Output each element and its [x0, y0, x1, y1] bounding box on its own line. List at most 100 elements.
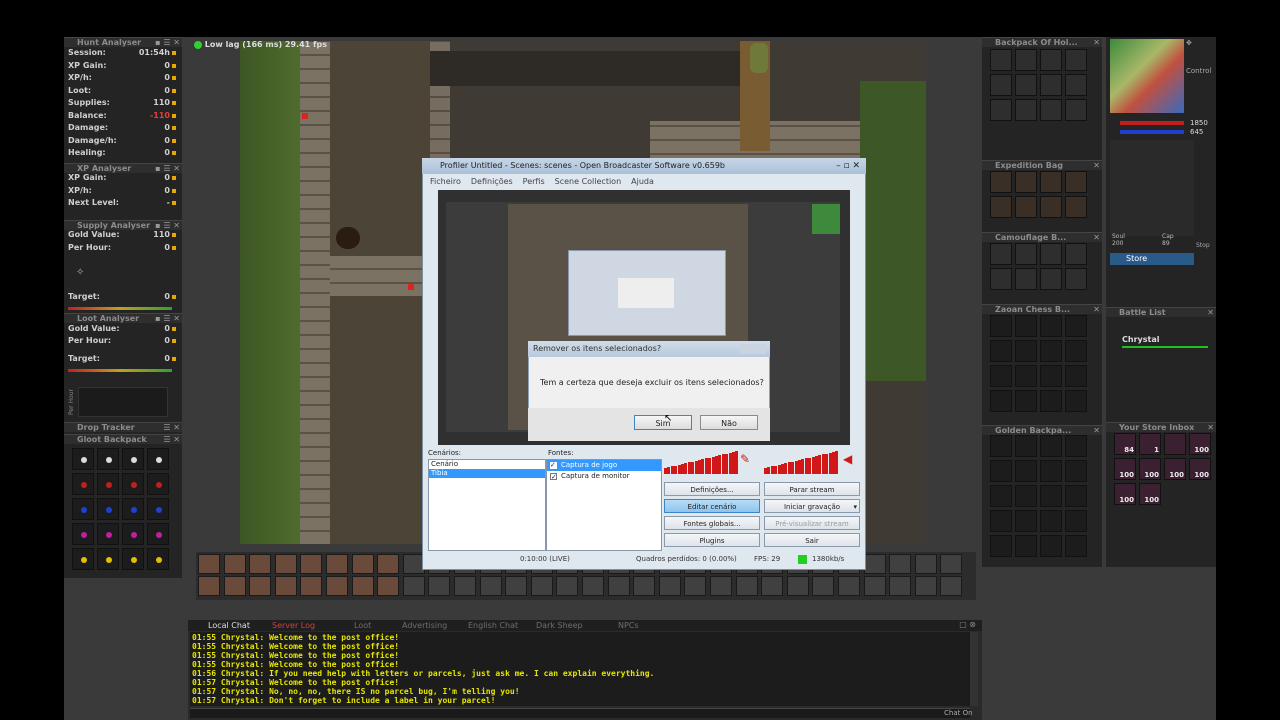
expedition-slot[interactable]: [990, 171, 1012, 193]
store-button[interactable]: Store: [1110, 253, 1194, 265]
store-inbox-title[interactable]: Your Store Inbox ✕: [1106, 422, 1216, 432]
backpack-slot[interactable]: [1040, 99, 1062, 121]
zaoan-chess-title[interactable]: Zaoan Chess B... ✕: [982, 304, 1102, 314]
compass-icon[interactable]: ✥: [1186, 39, 1214, 67]
hotbar-slot[interactable]: [735, 576, 758, 596]
hotbar-slot[interactable]: [326, 576, 348, 596]
expedition-slot[interactable]: [1040, 196, 1062, 218]
zaoan-slot[interactable]: [1040, 315, 1062, 337]
item-slot[interactable]: [147, 498, 169, 520]
inbox-slot[interactable]: 84: [1114, 433, 1136, 455]
zaoan-slot[interactable]: [1015, 390, 1037, 412]
window-controls-icon[interactable]: ✕: [1093, 233, 1100, 243]
window-controls-icon[interactable]: ✕: [1093, 38, 1100, 48]
chat-window-controls-icon[interactable]: ▢ ⊗: [959, 620, 976, 629]
global-sources-button[interactable]: Fontes globais...: [664, 516, 760, 530]
hotbar-slot[interactable]: [786, 576, 809, 596]
hotbar-slot[interactable]: [249, 576, 272, 596]
window-controls-icon[interactable]: ✕: [1093, 161, 1100, 171]
camouflage-slot[interactable]: [1065, 268, 1087, 290]
hotbar-slot[interactable]: [351, 576, 374, 596]
golden-backpack-slot[interactable]: [990, 460, 1012, 482]
close-icon[interactable]: [740, 344, 766, 354]
hotbar-slot[interactable]: [198, 554, 220, 574]
zaoan-slot[interactable]: [1065, 340, 1087, 362]
golden-backpack-slot[interactable]: [1065, 460, 1087, 482]
hotbar-slot[interactable]: [838, 576, 860, 596]
inbox-slot[interactable]: 100: [1189, 433, 1211, 455]
scene-item[interactable]: Cenário: [429, 460, 545, 469]
gloot-backpack-title[interactable]: Gloot Backpack ☰ ✕: [64, 434, 182, 444]
obs-titlebar[interactable]: Profiler Untitled - Scenes: scenes - Ope…: [422, 158, 866, 174]
golden-backpack-slot[interactable]: [1065, 510, 1087, 532]
hotbar-slot[interactable]: [300, 554, 323, 574]
window-controls-icon[interactable]: ✕: [1093, 305, 1100, 315]
hotbar-slot[interactable]: [274, 554, 297, 574]
camouflage-slot[interactable]: [990, 268, 1012, 290]
item-slot[interactable]: [97, 448, 119, 470]
hotbar-slot[interactable]: [223, 554, 246, 574]
chat-tab[interactable]: Advertising: [402, 620, 447, 631]
backpack-slot[interactable]: [1015, 74, 1037, 96]
stop-stream-button[interactable]: Parar stream: [764, 482, 860, 496]
item-slot[interactable]: [147, 548, 169, 570]
item-slot[interactable]: [122, 523, 144, 545]
item-slot[interactable]: [122, 448, 144, 470]
zaoan-slot[interactable]: [1015, 315, 1037, 337]
backpack-slot[interactable]: [1040, 49, 1062, 71]
start-recording-button[interactable]: Iniciar gravação ▾: [764, 499, 860, 513]
item-slot[interactable]: [72, 473, 94, 495]
hotbar-slot[interactable]: [530, 576, 553, 596]
backpack-slot[interactable]: [1065, 74, 1087, 96]
yes-button[interactable]: Sim: [634, 415, 692, 430]
golden-backpack-title[interactable]: Golden Backpa... ✕: [982, 425, 1102, 435]
golden-backpack-slot[interactable]: [1065, 485, 1087, 507]
hotbar-slot[interactable]: [377, 554, 400, 574]
golden-backpack-slot[interactable]: [1015, 535, 1037, 557]
hotbar-slot[interactable]: [428, 576, 451, 596]
golden-backpack-slot[interactable]: [990, 435, 1012, 457]
golden-backpack-slot[interactable]: [1015, 435, 1037, 457]
zaoan-slot[interactable]: [1065, 315, 1087, 337]
hotbar-slot[interactable]: [223, 576, 246, 596]
camouflage-slot[interactable]: [990, 243, 1012, 265]
backpack-slot[interactable]: [1065, 49, 1087, 71]
obs-menu-item[interactable]: Ajuda: [631, 177, 654, 186]
scenes-list[interactable]: Cenário Tibia: [428, 459, 546, 551]
expedition-slot[interactable]: [1065, 196, 1087, 218]
item-slot[interactable]: [122, 548, 144, 570]
item-slot[interactable]: [97, 498, 119, 520]
item-slot[interactable]: [122, 498, 144, 520]
item-slot[interactable]: [97, 523, 119, 545]
microphone-icon[interactable]: ✎: [740, 452, 750, 466]
golden-backpack-slot[interactable]: [1065, 435, 1087, 457]
camouflage-slot[interactable]: [1015, 243, 1037, 265]
golden-backpack-slot[interactable]: [990, 485, 1012, 507]
hotbar-slot[interactable]: [198, 576, 220, 596]
zaoan-slot[interactable]: [1015, 340, 1037, 362]
hotbar-slot[interactable]: [889, 576, 912, 596]
zaoan-slot[interactable]: [990, 340, 1012, 362]
item-slot[interactable]: [122, 473, 144, 495]
item-slot[interactable]: [72, 498, 94, 520]
zaoan-slot[interactable]: [990, 390, 1012, 412]
inbox-slot[interactable]: 100: [1114, 458, 1136, 480]
inbox-slot[interactable]: 100: [1139, 483, 1161, 505]
camouflage-title[interactable]: Camouflage B... ✕: [982, 232, 1102, 242]
hotbar-slot[interactable]: [402, 576, 425, 596]
hotbar-slot[interactable]: [607, 576, 630, 596]
inbox-slot[interactable]: 100: [1164, 458, 1186, 480]
hotbar-slot[interactable]: [812, 576, 835, 596]
backpack-slot[interactable]: [1065, 99, 1087, 121]
obs-menu-item[interactable]: Ficheiro: [430, 177, 461, 186]
plugins-button[interactable]: Plugins: [664, 533, 760, 547]
window-controls-icon[interactable]: ✕: [1207, 423, 1214, 433]
battle-entry-name[interactable]: Chrystal: [1122, 335, 1159, 344]
item-slot[interactable]: [72, 448, 94, 470]
chat-tab[interactable]: Loot: [354, 620, 371, 631]
item-slot[interactable]: [147, 523, 169, 545]
hotbar-slot[interactable]: [300, 576, 323, 596]
stop-button[interactable]: Stop: [1196, 242, 1210, 249]
golden-backpack-slot[interactable]: [1040, 510, 1062, 532]
expedition-slot[interactable]: [1015, 196, 1037, 218]
